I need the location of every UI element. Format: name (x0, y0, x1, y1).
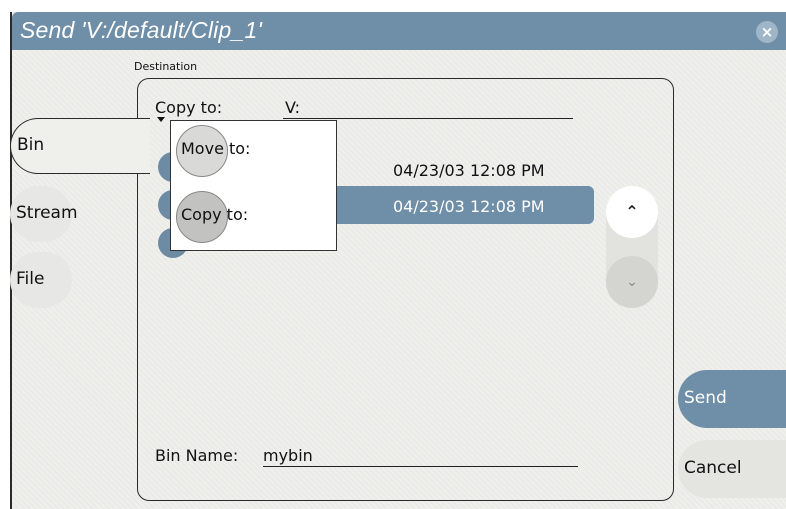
triangle-down-icon[interactable] (157, 117, 165, 122)
tab-bin-label: Bin (17, 135, 45, 155)
close-icon[interactable]: × (756, 21, 778, 43)
destination-label: Destination (134, 60, 198, 73)
volume-underline (283, 118, 573, 119)
menu-item-copy[interactable]: Copy to: (171, 187, 338, 243)
menu-item-move[interactable]: Move to: (171, 121, 338, 177)
mode-dropdown[interactable]: Copy to: (155, 98, 222, 117)
menu-item-label: Move to: (181, 139, 251, 158)
dialog-title: Send 'V:/default/Clip_1' (20, 17, 263, 43)
cancel-button-label: Cancel (684, 458, 742, 478)
tab-stream-label: Stream (16, 203, 78, 223)
bin-name-label: Bin Name: (155, 446, 239, 465)
chevron-down-icon[interactable]: ⌄ (606, 256, 658, 308)
mode-menu: Move to: Copy to: (170, 120, 337, 251)
chevron-up-icon[interactable]: ⌃ (606, 186, 658, 238)
list-item-date[interactable]: 04/23/03 12:08 PM (393, 197, 545, 216)
cancel-button[interactable]: Cancel (678, 440, 786, 498)
tab-stream[interactable]: Stream (10, 186, 78, 242)
send-button[interactable]: Send (678, 370, 786, 428)
tab-bin[interactable]: Bin (10, 118, 150, 174)
volume-value[interactable]: V: (285, 98, 300, 117)
menu-item-label: Copy to: (181, 205, 249, 224)
list-item-date[interactable]: 04/23/03 12:08 PM (393, 161, 545, 180)
tab-file-label: File (16, 269, 45, 289)
tab-file[interactable]: File (10, 252, 72, 308)
bin-name-input[interactable] (263, 444, 578, 467)
send-button-label: Send (684, 388, 727, 408)
title-bar: Send 'V:/default/Clip_1' × (12, 12, 786, 50)
